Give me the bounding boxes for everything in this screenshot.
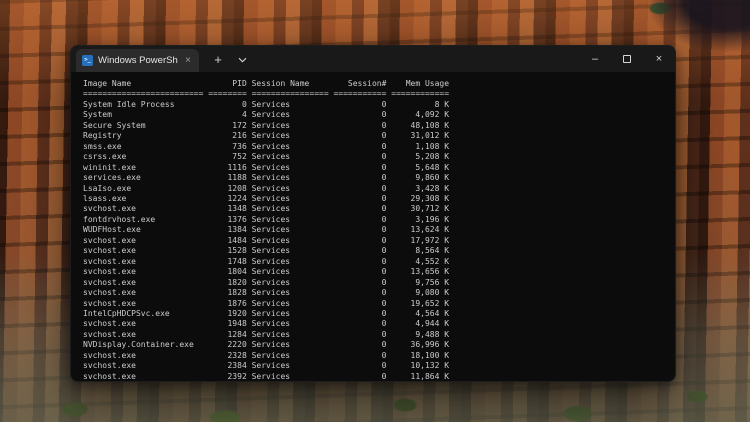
maximize-button[interactable] bbox=[611, 46, 643, 72]
window-controls: – × bbox=[579, 46, 675, 72]
tab-title: Windows PowerShell bbox=[98, 55, 178, 66]
tab-close-icon[interactable]: × bbox=[183, 55, 193, 66]
close-button[interactable]: × bbox=[643, 46, 675, 72]
terminal-window: >_ Windows PowerShell × + – × Image Name bbox=[70, 45, 676, 382]
new-tab-button[interactable]: + bbox=[205, 46, 231, 72]
powershell-icon: >_ bbox=[82, 55, 93, 66]
titlebar[interactable]: >_ Windows PowerShell × + – × bbox=[71, 46, 675, 72]
desktop: >_ Windows PowerShell × + – × Image Name bbox=[0, 0, 750, 422]
maximize-icon bbox=[623, 55, 631, 63]
minimize-button[interactable]: – bbox=[579, 46, 611, 72]
chevron-down-icon bbox=[238, 50, 247, 68]
tab-dropdown-button[interactable] bbox=[231, 46, 253, 72]
tab-windows-powershell[interactable]: >_ Windows PowerShell × bbox=[76, 49, 199, 72]
terminal-output[interactable]: Image Name PID Session Name Session# Mem… bbox=[71, 72, 675, 382]
